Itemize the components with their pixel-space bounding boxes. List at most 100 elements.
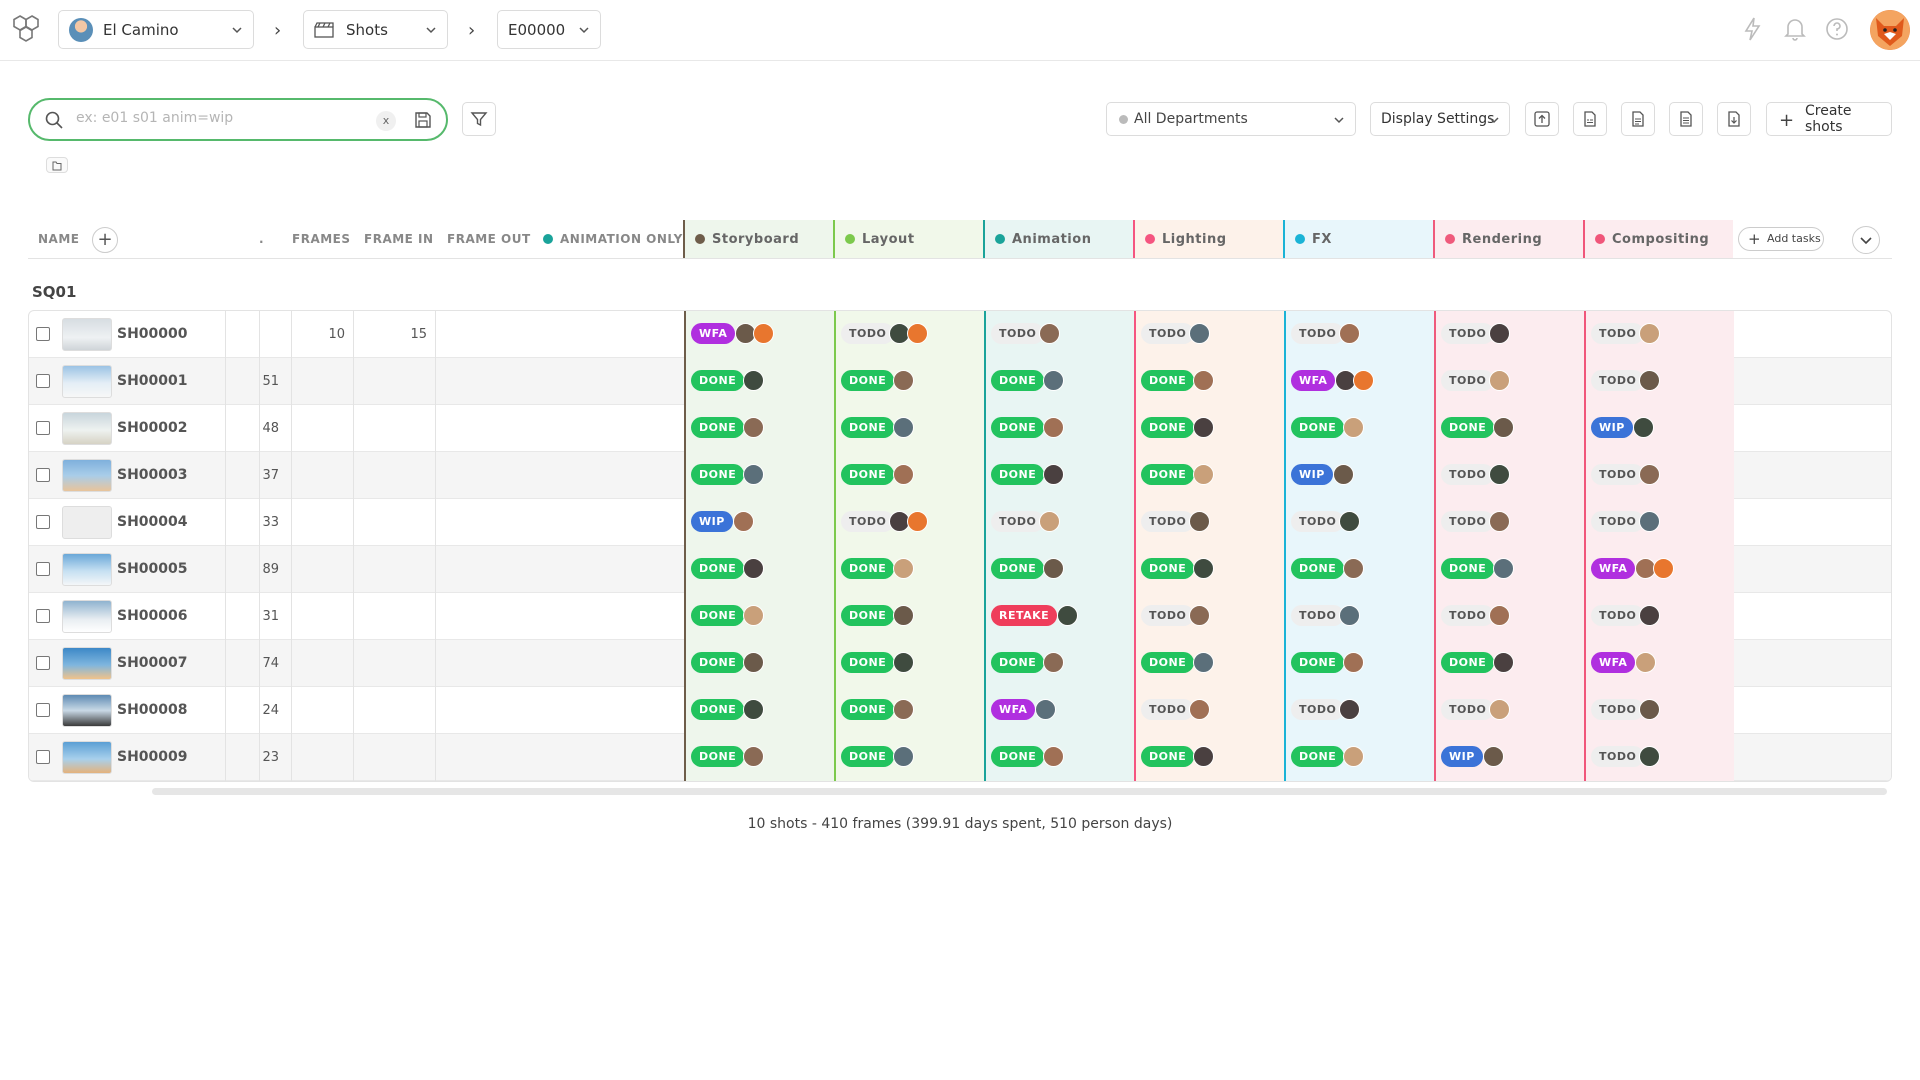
status-badge[interactable]: DONE xyxy=(691,605,745,626)
assignee-avatar[interactable] xyxy=(893,652,914,673)
status-badge[interactable]: TODO xyxy=(1291,699,1345,720)
status-badge[interactable]: DONE xyxy=(691,370,745,391)
status-badge[interactable]: WIP xyxy=(691,511,733,532)
status-badge[interactable]: DONE xyxy=(841,699,895,720)
status-badge[interactable]: TODO xyxy=(841,511,895,532)
assignee-avatar[interactable] xyxy=(733,511,754,532)
assignee-avatar[interactable] xyxy=(753,323,774,344)
assignee-avatar[interactable] xyxy=(1339,323,1360,344)
display-settings-button[interactable]: Display Settings xyxy=(1370,102,1510,136)
folder-button[interactable] xyxy=(46,157,68,173)
status-badge[interactable]: WFA xyxy=(691,323,736,344)
shot-thumbnail[interactable] xyxy=(62,459,112,492)
assignee-avatar[interactable] xyxy=(1639,605,1660,626)
task-cell-compositing[interactable]: TODO xyxy=(1584,593,1734,640)
shot-thumbnail[interactable] xyxy=(62,694,112,727)
task-cell-lighting[interactable]: DONE xyxy=(1134,452,1284,499)
shot-thumbnail[interactable] xyxy=(62,741,112,774)
frame-in-cell[interactable]: 10 xyxy=(295,327,345,342)
column-header-rendering[interactable]: Rendering xyxy=(1433,220,1583,258)
task-cell-rendering[interactable]: TODO xyxy=(1434,687,1584,734)
status-badge[interactable]: DONE xyxy=(1141,558,1195,579)
status-badge[interactable]: RETAKE xyxy=(991,605,1058,626)
task-cell-animation[interactable]: WFA xyxy=(984,687,1134,734)
assignee-avatar[interactable] xyxy=(743,605,764,626)
assignee-avatar[interactable] xyxy=(1193,370,1214,391)
assignee-avatar[interactable] xyxy=(1189,511,1210,532)
status-badge[interactable]: TODO xyxy=(1591,699,1645,720)
column-header-frames[interactable]: FRAMES xyxy=(292,220,351,258)
task-cell-fx[interactable]: WFA xyxy=(1284,358,1434,405)
status-badge[interactable]: DONE xyxy=(1291,417,1345,438)
status-badge[interactable]: DONE xyxy=(841,464,895,485)
status-badge[interactable]: DONE xyxy=(1141,417,1195,438)
production-select[interactable]: El Camino xyxy=(58,10,254,49)
assignee-avatar[interactable] xyxy=(893,464,914,485)
status-badge[interactable]: DONE xyxy=(841,370,895,391)
download-button[interactable] xyxy=(1717,102,1751,136)
assignee-avatar[interactable] xyxy=(743,464,764,485)
frames-cell[interactable]: 51 xyxy=(229,374,279,389)
status-badge[interactable]: TODO xyxy=(1141,511,1195,532)
task-cell-storyboard[interactable]: DONE xyxy=(684,640,834,687)
shot-thumbnail[interactable] xyxy=(62,600,112,633)
task-cell-layout[interactable]: DONE xyxy=(834,734,984,781)
frames-cell[interactable]: 37 xyxy=(229,468,279,483)
assignee-avatar[interactable] xyxy=(893,370,914,391)
assignee-avatar[interactable] xyxy=(1353,370,1374,391)
task-cell-layout[interactable]: DONE xyxy=(834,593,984,640)
status-badge[interactable]: WFA xyxy=(1291,370,1336,391)
status-badge[interactable]: TODO xyxy=(1441,699,1495,720)
status-badge[interactable]: TODO xyxy=(841,323,895,344)
assignee-avatar[interactable] xyxy=(1653,558,1674,579)
shot-name[interactable]: SH00004 xyxy=(117,514,188,530)
assignee-avatar[interactable] xyxy=(1343,746,1364,767)
task-cell-compositing[interactable]: TODO xyxy=(1584,687,1734,734)
task-cell-compositing[interactable]: WIP xyxy=(1584,405,1734,452)
search-input[interactable] xyxy=(76,110,376,126)
task-cell-fx[interactable]: DONE xyxy=(1284,734,1434,781)
task-cell-rendering[interactable]: DONE xyxy=(1434,640,1584,687)
status-badge[interactable]: TODO xyxy=(1141,323,1195,344)
assignee-avatar[interactable] xyxy=(1193,464,1214,485)
assignee-avatar[interactable] xyxy=(893,746,914,767)
task-cell-animation[interactable]: DONE xyxy=(984,546,1134,593)
task-cell-fx[interactable]: DONE xyxy=(1284,405,1434,452)
frames-cell[interactable]: 48 xyxy=(229,421,279,436)
assignee-avatar[interactable] xyxy=(1489,323,1510,344)
status-badge[interactable]: DONE xyxy=(691,746,745,767)
status-badge[interactable]: DONE xyxy=(841,558,895,579)
import-csv-button[interactable] xyxy=(1621,102,1655,136)
row-checkbox[interactable] xyxy=(36,562,50,576)
task-cell-rendering[interactable]: WIP xyxy=(1434,734,1584,781)
shot-name[interactable]: SH00001 xyxy=(117,373,188,389)
status-badge[interactable]: DONE xyxy=(691,558,745,579)
lightning-icon[interactable] xyxy=(1740,16,1766,42)
status-badge[interactable]: DONE xyxy=(1291,558,1345,579)
assignee-avatar[interactable] xyxy=(1493,558,1514,579)
assignee-avatar[interactable] xyxy=(1193,417,1214,438)
assignee-avatar[interactable] xyxy=(1193,558,1214,579)
task-cell-animation[interactable]: TODO xyxy=(984,311,1134,358)
kitsu-logo-icon[interactable] xyxy=(8,12,44,48)
bell-icon[interactable] xyxy=(1782,16,1808,42)
status-badge[interactable]: DONE xyxy=(841,417,895,438)
task-cell-animation[interactable]: RETAKE xyxy=(984,593,1134,640)
assignee-avatar[interactable] xyxy=(1043,464,1064,485)
task-cell-rendering[interactable]: TODO xyxy=(1434,593,1584,640)
assignee-avatar[interactable] xyxy=(1043,417,1064,438)
status-badge[interactable]: WFA xyxy=(1591,558,1636,579)
shot-name[interactable]: SH00007 xyxy=(117,655,188,671)
add-tasks-button[interactable]: + Add tasks xyxy=(1738,227,1824,251)
assignee-avatar[interactable] xyxy=(1639,370,1660,391)
task-cell-animation[interactable]: DONE xyxy=(984,405,1134,452)
task-cell-compositing[interactable]: TODO xyxy=(1584,311,1734,358)
assignee-avatar[interactable] xyxy=(1339,605,1360,626)
status-badge[interactable]: DONE xyxy=(991,558,1045,579)
status-badge[interactable]: TODO xyxy=(1591,323,1645,344)
assignee-avatar[interactable] xyxy=(1035,699,1056,720)
column-header-animation[interactable]: Animation xyxy=(983,220,1133,258)
frame-out-cell[interactable]: 15 xyxy=(377,327,427,342)
department-select[interactable]: All Departments xyxy=(1106,102,1356,136)
shot-thumbnail[interactable] xyxy=(62,647,112,680)
